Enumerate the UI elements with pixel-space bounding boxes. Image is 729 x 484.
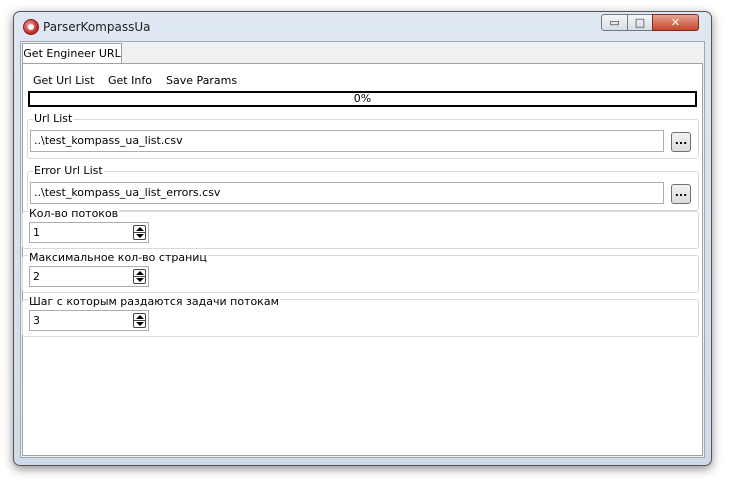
spin-up-icon[interactable] <box>136 227 144 231</box>
max-pages-value: 2 <box>33 270 40 283</box>
url-list-label: Url List <box>33 112 74 125</box>
spin-divider <box>134 276 145 277</box>
step-spinbox[interactable]: 3 <box>29 310 149 331</box>
error-url-list-label: Error Url List <box>33 164 104 177</box>
url-list-group: Url List ..\test_kompass_ua_list.csv ... <box>27 112 699 159</box>
max-pages-label: Максимальное кол-во страниц <box>28 251 208 264</box>
max-pages-spin-arrows[interactable] <box>133 269 146 284</box>
spin-divider <box>134 232 145 233</box>
client-area: Get Engineer URL Get Url List Get Info S… <box>20 41 705 458</box>
progress-bar: 0% <box>28 91 697 107</box>
threads-spin-arrows[interactable] <box>133 225 146 240</box>
threads-spinbox[interactable]: 1 <box>29 222 149 243</box>
threads-value: 1 <box>33 226 40 239</box>
tab-get-engineer-url[interactable]: Get Engineer URL <box>22 43 122 64</box>
window-title: ParserKompassUa <box>43 20 151 34</box>
spin-up-icon[interactable] <box>136 315 144 319</box>
url-list-path-field[interactable]: ..\test_kompass_ua_list.csv <box>30 130 664 152</box>
menu-item-save-params[interactable]: Save Params <box>166 74 237 87</box>
max-pages-spinbox[interactable]: 2 <box>29 266 149 287</box>
step-group: Шаг с которым раздаются задачи потокам 3 <box>22 295 699 337</box>
error-url-list-group: Error Url List ..\test_kompass_ua_list_e… <box>27 164 699 211</box>
url-list-browse-button[interactable]: ... <box>671 132 691 152</box>
minimize-button[interactable]: ▭ <box>601 14 628 31</box>
spin-down-icon[interactable] <box>136 322 144 326</box>
app-window: ParserKompassUa ▭ □ ✕ Get Engineer URL G… <box>13 11 712 466</box>
maximize-button[interactable]: □ <box>627 14 653 31</box>
max-pages-group: Максимальное кол-во страниц 2 <box>22 251 699 293</box>
error-url-list-browse-button[interactable]: ... <box>671 184 691 204</box>
tab-panel: Get Url List Get Info Save Params 0% Url… <box>22 63 703 456</box>
menu-item-get-url-list[interactable]: Get Url List <box>33 74 94 87</box>
menu-item-get-info[interactable]: Get Info <box>108 74 152 87</box>
close-button[interactable]: ✕ <box>652 14 699 31</box>
spin-down-icon[interactable] <box>136 278 144 282</box>
step-spin-arrows[interactable] <box>133 313 146 328</box>
threads-group: Кол-во потоков 1 <box>22 207 699 249</box>
spin-divider <box>134 320 145 321</box>
spin-up-icon[interactable] <box>136 271 144 275</box>
progress-text: 0% <box>353 92 372 105</box>
spin-down-icon[interactable] <box>136 234 144 238</box>
step-label: Шаг с которым раздаются задачи потокам <box>28 295 280 308</box>
step-value: 3 <box>33 314 40 327</box>
threads-label: Кол-во потоков <box>28 207 120 220</box>
app-logo-icon[interactable] <box>23 19 39 35</box>
title-bar[interactable]: ParserKompassUa ▭ □ ✕ <box>14 12 711 40</box>
error-url-list-path-field[interactable]: ..\test_kompass_ua_list_errors.csv <box>30 182 664 204</box>
